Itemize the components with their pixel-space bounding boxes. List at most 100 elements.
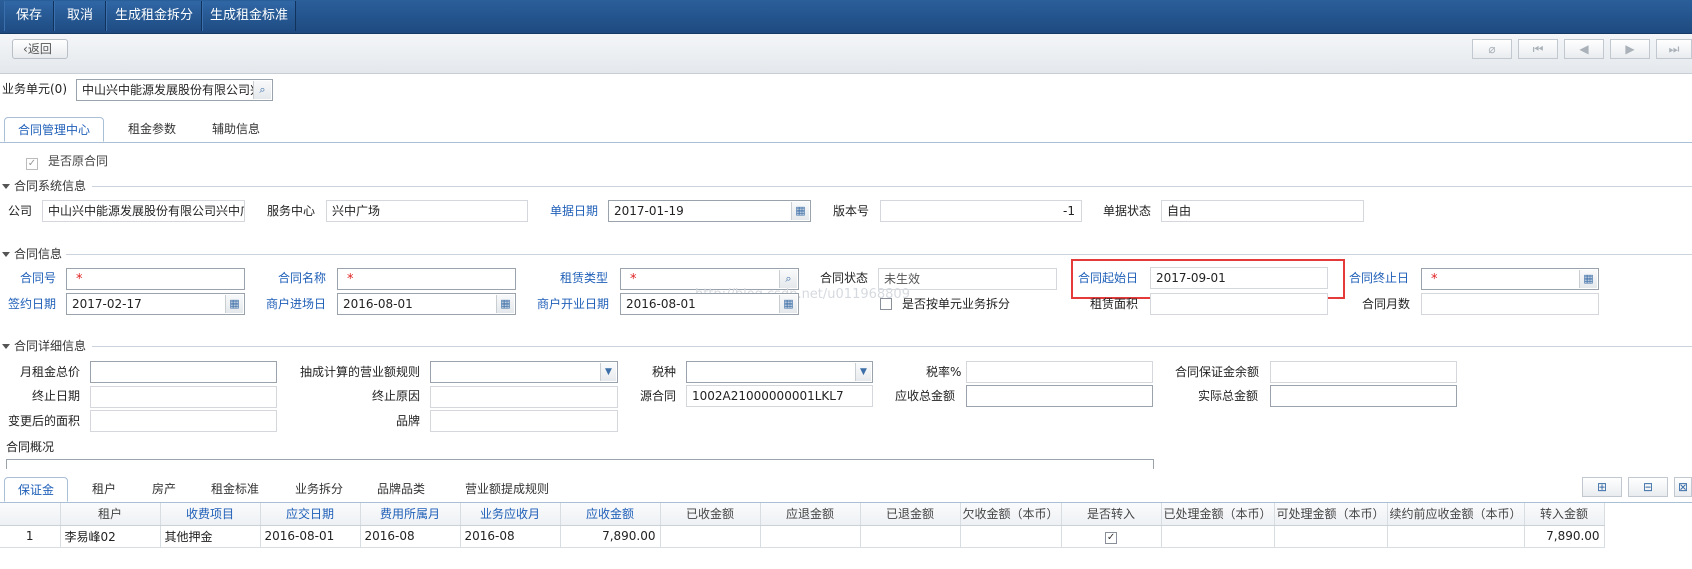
last-page-icon[interactable]: ⏭ [1656, 39, 1692, 59]
cell-due-date[interactable]: 2016-08-01 [260, 525, 361, 548]
tab-revenue-commission-rule[interactable]: 营业额提成规则 [452, 477, 562, 502]
tab-brand-category[interactable]: 品牌品类 [366, 477, 436, 502]
original-contract-checkbox[interactable]: ✓ [26, 155, 38, 170]
cell-owed-amount[interactable] [960, 525, 1062, 548]
col-header[interactable]: 已收金额 [660, 503, 761, 526]
receivable-total-field[interactable] [966, 385, 1153, 407]
cell-fee-item[interactable]: 其他押金 [160, 525, 261, 548]
tab-rent-standard[interactable]: 租金标准 [202, 477, 268, 502]
insert-row-icon[interactable]: ⊟ [1628, 477, 1668, 497]
deposit-balance-label: 合同保证金余额 [1175, 365, 1260, 379]
col-header[interactable]: 续约前应收金额（本币） [1387, 503, 1525, 526]
col-header[interactable]: 欠收金额（本币） [960, 503, 1062, 526]
add-row-icon[interactable]: ⊞ [1582, 477, 1622, 497]
first-page-icon[interactable]: ⏮ [1518, 39, 1558, 59]
section-contract-info[interactable]: 合同信息 [0, 247, 62, 261]
tax-type-select[interactable]: ▼ [686, 361, 873, 383]
end-date-field[interactable]: * ▦ [1421, 268, 1599, 290]
calendar-icon[interactable]: ▦ [791, 202, 809, 220]
tab-deposit[interactable]: 保证金 [4, 477, 68, 502]
cell-receivable-amount[interactable]: 7,890.00 [560, 525, 661, 548]
actual-total-field[interactable] [1270, 385, 1457, 407]
sign-date-field[interactable]: 2017-02-17 ▦ [66, 293, 245, 315]
save-button[interactable]: 保存 [4, 1, 54, 31]
tab-auxiliary-info[interactable]: 辅助信息 [196, 117, 276, 142]
col-header[interactable]: 应收金额 [560, 503, 661, 526]
org-unit-field[interactable]: 中山兴中能源发展股份有限公司兴 ⌕ [76, 79, 273, 101]
monthly-rent-total-field[interactable] [90, 361, 277, 383]
tab-tenant[interactable]: 租户 [76, 477, 132, 502]
col-header[interactable]: 应退金额 [760, 503, 861, 526]
next-page-icon[interactable]: ▶ [1610, 39, 1650, 59]
lease-area-field[interactable] [1150, 293, 1328, 315]
company-field[interactable]: 中山兴中能源发展股份有限公司兴中广 [42, 200, 245, 222]
calendar-icon[interactable]: ▦ [496, 295, 514, 313]
start-date-label: 合同起始日 [1078, 271, 1139, 285]
deposit-balance-field[interactable] [1270, 361, 1457, 383]
tab-contract-management[interactable]: 合同管理中心 [4, 117, 104, 142]
generate-rent-standard-button[interactable]: 生成租金标准 [202, 1, 296, 31]
deposit-grid: 租户 收费项目 应交日期 费用所属月 业务应收月 应收金额 已收金额 应退金额 … [0, 503, 1605, 548]
transfer-in-checkbox[interactable]: ✓ [1105, 531, 1118, 544]
start-date-field[interactable]: 2017-09-01 [1150, 267, 1328, 289]
stop-reason-field[interactable] [430, 386, 618, 408]
col-header[interactable]: 应交日期 [260, 503, 361, 526]
tab-business-split[interactable]: 业务拆分 [284, 477, 354, 502]
chevron-down-icon[interactable]: ▼ [855, 363, 871, 381]
cell-pre-renewal-amount[interactable] [1387, 525, 1525, 548]
chevron-down-icon[interactable]: ▼ [600, 363, 616, 381]
doc-status-field[interactable]: 自由 [1161, 200, 1364, 222]
stop-date-field[interactable] [90, 386, 277, 408]
col-header[interactable] [0, 503, 61, 526]
split-by-unit-checkbox[interactable] [880, 298, 892, 313]
back-button[interactable]: ‹返回 [12, 39, 68, 59]
col-header[interactable]: 收费项目 [160, 503, 261, 526]
search-icon[interactable]: ⌕ [253, 81, 271, 99]
merchant-open-date-field[interactable]: 2016-08-01 ▦ [620, 293, 799, 315]
cell-processable-amount[interactable] [1274, 525, 1388, 548]
section-contract-detail[interactable]: 合同详细信息 [0, 339, 86, 353]
cancel-button[interactable]: 取消 [54, 1, 106, 31]
col-header[interactable]: 可处理金额（本币） [1274, 503, 1388, 526]
changed-area-field[interactable] [90, 410, 277, 432]
col-header[interactable]: 费用所属月 [360, 503, 461, 526]
contract-no-field[interactable]: * [66, 268, 245, 290]
tab-property[interactable]: 房产 [136, 477, 192, 502]
version-field[interactable]: -1 [880, 200, 1082, 222]
commission-rule-select[interactable]: ▼ [430, 361, 618, 383]
col-header[interactable]: 已处理金额（本币） [1161, 503, 1275, 526]
col-header[interactable]: 转入金额 [1524, 503, 1605, 526]
cell-tenant[interactable]: 李易峰02 [60, 525, 161, 548]
tax-rate-field[interactable] [966, 361, 1153, 383]
cell-transfer-in[interactable]: ✓ [1061, 525, 1162, 548]
col-header[interactable]: 业务应收月 [460, 503, 561, 526]
company-label: 公司 [8, 204, 33, 218]
tab-rent-params[interactable]: 租金参数 [112, 117, 192, 142]
cell-refundable-amount[interactable] [760, 525, 861, 548]
service-center-field[interactable]: 兴中广场 [326, 200, 528, 222]
cell-processed-amount[interactable] [1161, 525, 1275, 548]
generate-rent-split-button[interactable]: 生成租金拆分 [106, 1, 202, 31]
delete-row-icon[interactable]: ⊠ [1674, 477, 1692, 497]
cell-refunded-amount[interactable] [860, 525, 961, 548]
cell-transfer-amount[interactable]: 7,890.00 [1524, 525, 1605, 548]
calendar-icon[interactable]: ▦ [779, 295, 797, 313]
contract-name-field[interactable]: * [337, 268, 516, 290]
col-header[interactable]: 是否转入 [1061, 503, 1162, 526]
cell-fee-month[interactable]: 2016-08 [360, 525, 461, 548]
paperclip-icon[interactable]: ⌀ [1472, 39, 1512, 59]
calendar-icon[interactable]: ▦ [225, 295, 243, 313]
table-row[interactable]: 1 李易峰02 其他押金 2016-08-01 2016-08 2016-08 … [0, 525, 1605, 548]
cell-received-amount[interactable] [660, 525, 761, 548]
doc-date-field[interactable]: 2017-01-19 ▦ [608, 200, 811, 222]
source-contract-field[interactable]: 1002A21000000001LKL7 [686, 385, 873, 407]
contract-months-field[interactable] [1421, 293, 1599, 315]
brand-field[interactable] [430, 410, 618, 432]
cell-receivable-month[interactable]: 2016-08 [460, 525, 561, 548]
col-header[interactable]: 租户 [60, 503, 161, 526]
col-header[interactable]: 已退金额 [860, 503, 961, 526]
merchant-enter-date-field[interactable]: 2016-08-01 ▦ [337, 293, 516, 315]
section-system-info[interactable]: 合同系统信息 [0, 179, 86, 193]
calendar-icon[interactable]: ▦ [1579, 270, 1597, 288]
prev-page-icon[interactable]: ◀ [1564, 39, 1604, 59]
